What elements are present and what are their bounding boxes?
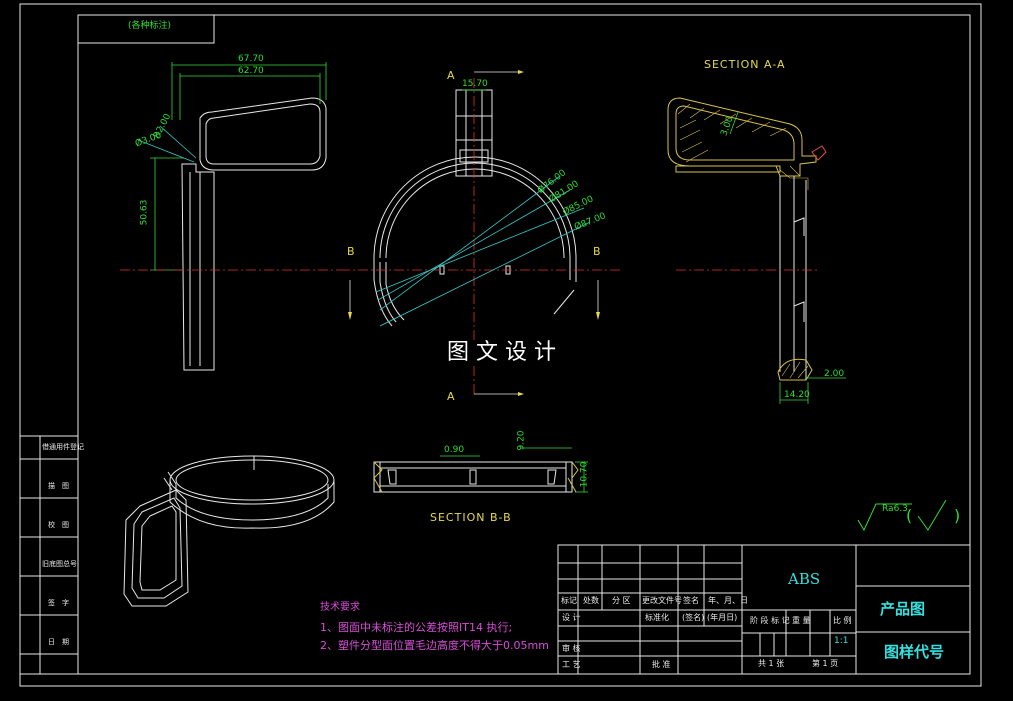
- dim-67-70: 67.70: [238, 54, 264, 64]
- isometric-view: [123, 455, 335, 607]
- strip-label-6: 日 期: [48, 638, 69, 646]
- dim-14-20: 14.20: [784, 390, 810, 400]
- watermark: 图 文 设 计: [443, 340, 560, 366]
- tb-weight: 重 量: [792, 616, 811, 625]
- top-view: [373, 89, 577, 327]
- tb-mark: 标记: [561, 596, 577, 605]
- dim-0-90: 0.90: [444, 445, 465, 455]
- dim-9-20: 9.20: [516, 430, 527, 451]
- dim-62-70: 62.70: [238, 66, 264, 76]
- tb-sheet-no: 第 1 页: [812, 659, 839, 668]
- section-aa-dims: [729, 111, 846, 404]
- cut-label-a-bottom: A: [447, 390, 456, 403]
- tb-sign-paren: (签名): [682, 613, 705, 622]
- tb-date: 年、月、日: [708, 596, 748, 605]
- tb-zone: 分 区: [612, 596, 631, 605]
- header-stamp: (各种标注): [128, 21, 172, 31]
- strip-label-3: 校 图: [48, 521, 69, 529]
- tb-review: 审 核: [562, 644, 581, 653]
- roughness-value: Ra6.3: [882, 504, 908, 514]
- cut-label-a-top: A: [447, 69, 456, 82]
- tb-standard: 标准化: [645, 613, 669, 622]
- front-view-dims: [137, 62, 327, 271]
- tech-req-title: 技术要求: [320, 602, 360, 613]
- strip-label-5: 签 字: [48, 599, 69, 607]
- strip-label-2: 描 图: [48, 482, 69, 490]
- tech-req-line2: 2、塑件分型面位置毛边高度不得大于0.05mm: [320, 639, 549, 652]
- strip-label-4: 旧底图总号: [42, 560, 77, 568]
- drawing-name: 产品图: [880, 600, 926, 618]
- section-bb: [373, 461, 579, 493]
- tb-date-paren: (年月日): [707, 613, 738, 622]
- tb-stage-mark: 阶 段 标 记: [750, 616, 790, 625]
- material-label: ABS: [788, 570, 821, 588]
- dim-10-70: 10.70: [579, 461, 590, 488]
- dim-15-70: 15.70: [462, 79, 488, 89]
- tb-design: 设 计: [562, 613, 581, 622]
- tb-scale-value: 1:1: [834, 636, 849, 646]
- tb-sheets-total: 共 1 张: [758, 659, 785, 668]
- roughness-paren-open: (: [906, 506, 913, 525]
- tb-docno: 更改文件号: [642, 596, 682, 605]
- tb-scale: 比 例: [833, 616, 852, 625]
- roughness-paren-close: ): [954, 506, 961, 525]
- section-aa-title: SECTION A-A: [704, 58, 786, 71]
- tb-process: 工 艺: [562, 660, 581, 669]
- tb-sign: 签名: [683, 596, 699, 605]
- front-view: [181, 97, 327, 371]
- strip-label-1: 借通用件登记: [42, 443, 84, 451]
- drawing-code: 图样代号: [884, 643, 945, 661]
- tb-approve: 批 准: [652, 660, 671, 669]
- tech-req-line1: 1、图面中未标注的公差按照IT14 执行;: [320, 621, 513, 634]
- section-bb-title: SECTION B-B: [430, 511, 512, 524]
- dim-50-63: 50.63: [139, 199, 150, 226]
- dim-2-00: 2.00: [824, 369, 845, 379]
- cut-label-b-right: B: [593, 245, 602, 258]
- cut-label-b-left: B: [347, 245, 356, 258]
- tb-count: 处数: [583, 596, 599, 605]
- section-aa: [667, 97, 827, 381]
